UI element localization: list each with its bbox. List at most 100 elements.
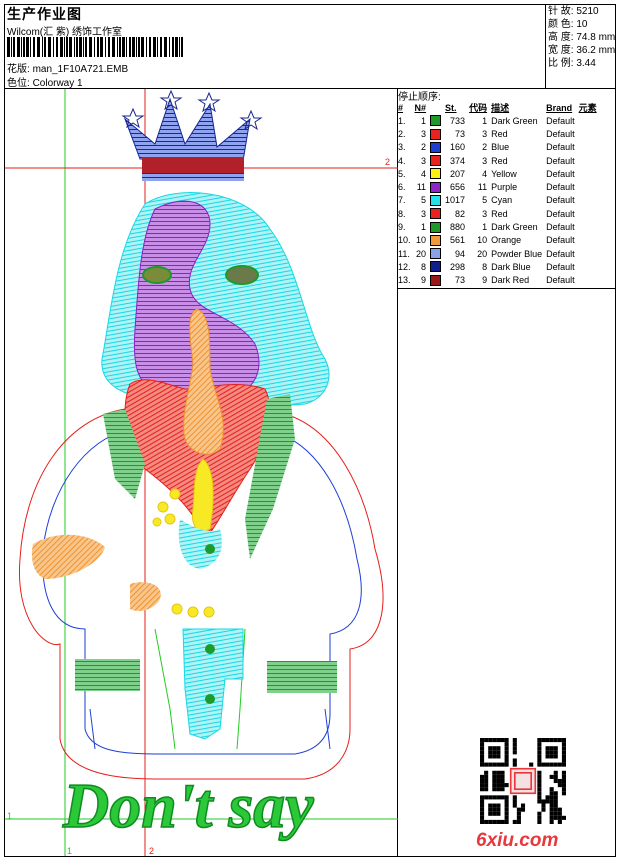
swatch-box xyxy=(430,221,442,233)
page-title: 生产作业图 xyxy=(7,6,82,22)
design-stats: 针 故: 5210 颜 色: 10 高 度: 74.8 mm 宽 度: 36.2… xyxy=(548,5,615,70)
thread-code: 10 xyxy=(477,235,488,246)
thread-code: 2 xyxy=(482,142,488,153)
thread-code: 20 xyxy=(477,248,488,259)
color-swatch xyxy=(428,260,443,273)
col-index: # xyxy=(398,102,404,113)
row-index: 9. xyxy=(398,222,406,233)
thread-element xyxy=(577,141,599,154)
stitch-count: 160 xyxy=(450,142,466,153)
left-pocket xyxy=(75,659,140,691)
thread-description: Yellow xyxy=(491,168,517,179)
right-pocket xyxy=(267,661,337,693)
thread-row: 9. 1 880 1 Dark Green Default xyxy=(396,220,599,233)
thread-table: # N# St. 代码 描述 Brand 元素 1. 1 733 1 Dark Gree… xyxy=(396,101,599,287)
needle-number: 1 xyxy=(421,222,427,233)
stitch-count: 561 xyxy=(450,235,466,246)
thread-brand: Default xyxy=(546,142,575,153)
thread-description: Dark Green xyxy=(491,115,538,126)
col-stitches: St. xyxy=(445,102,457,113)
stitch-count: 656 xyxy=(450,182,466,193)
stitch-count: 82 xyxy=(455,208,466,219)
needle-number: 9 xyxy=(421,275,427,286)
colorway-line: 色位: Colorway 1 xyxy=(7,74,83,89)
stitch-count: 207 xyxy=(450,168,466,179)
thread-row: 5. 4 207 4 Yellow Default xyxy=(396,167,599,180)
row-index: 5. xyxy=(398,168,406,179)
left-hand xyxy=(31,534,105,579)
stitch-count: 针 故: 5210 xyxy=(548,6,599,17)
thread-element xyxy=(577,234,599,247)
needle-number: 4 xyxy=(421,168,427,179)
pattern-line: 花版: man_1F10A721.EMB xyxy=(7,60,128,75)
guide-label: 2 xyxy=(385,157,390,167)
stitch-count: 1017 xyxy=(445,195,466,206)
color-swatch xyxy=(428,207,443,220)
col-swatch xyxy=(428,101,443,114)
thread-element xyxy=(577,274,599,287)
thread-table-header: # N# St. 代码 描述 Brand 元素 xyxy=(396,101,599,114)
thread-description: Cyan xyxy=(491,195,513,206)
thread-code: 3 xyxy=(482,155,488,166)
thread-row: 2. 3 73 3 Red Default xyxy=(396,127,599,140)
swatch-box xyxy=(430,128,442,140)
swatch-box xyxy=(430,261,442,273)
row-index: 4. xyxy=(398,155,406,166)
thread-code: 3 xyxy=(482,208,488,219)
thread-brand: Default xyxy=(546,275,575,286)
guide-label: 1 xyxy=(67,846,72,856)
thread-row: 11. 20 94 20 Powder Blue Default xyxy=(396,247,599,260)
swatch-box xyxy=(430,141,442,153)
design-width: 宽 度: 36.2 mm xyxy=(548,45,616,56)
thread-element xyxy=(577,154,599,167)
colorway-label: 色位: xyxy=(7,78,30,89)
color-swatch xyxy=(428,180,443,193)
thread-description: Blue xyxy=(491,142,510,153)
col-description: 描述 xyxy=(491,103,510,113)
thread-brand: Default xyxy=(546,261,575,272)
thread-element xyxy=(577,260,599,273)
thread-description: Purple xyxy=(491,182,518,193)
swatch-box xyxy=(430,194,442,206)
color-swatch xyxy=(428,194,443,207)
needle-number: 8 xyxy=(421,261,427,272)
col-brand: Brand xyxy=(546,102,573,113)
needle-number: 3 xyxy=(421,155,427,166)
thread-element xyxy=(577,167,599,180)
barcode xyxy=(7,37,183,57)
thread-code: 3 xyxy=(482,128,488,139)
thread-description: Red xyxy=(491,155,508,166)
design-ratio: 比 例: 3.44 xyxy=(548,58,596,69)
colorway-value: Colorway 1 xyxy=(32,78,83,89)
stitch-count: 880 xyxy=(450,222,466,233)
row-index: 12. xyxy=(398,261,411,272)
row-index: 3. xyxy=(398,142,406,153)
thread-brand: Default xyxy=(546,235,575,246)
stitch-count: 298 xyxy=(450,261,466,272)
color-swatch xyxy=(428,247,443,260)
thread-row: 13. 9 73 9 Dark Red Default xyxy=(396,274,599,287)
thread-code: 8 xyxy=(482,261,488,272)
needle-number: 3 xyxy=(421,128,427,139)
thread-element xyxy=(577,180,599,193)
thread-description: Powder Blue xyxy=(491,248,543,259)
guide-label: 1 xyxy=(7,811,12,821)
thread-description: Orange xyxy=(491,235,522,246)
thread-description: Red xyxy=(491,208,508,219)
color-swatch xyxy=(428,220,443,233)
stitch-count: 73 xyxy=(455,275,466,286)
swatch-box xyxy=(430,274,442,286)
col-needle: N# xyxy=(414,102,427,113)
row-index: 6. xyxy=(398,182,406,193)
swatch-box xyxy=(430,155,442,167)
color-swatch xyxy=(428,154,443,167)
thread-code: 1 xyxy=(482,115,488,126)
row-index: 8. xyxy=(398,208,406,219)
needle-number: 1 xyxy=(421,115,427,126)
swatch-box xyxy=(430,115,442,127)
stitch-count: 73 xyxy=(455,128,466,139)
thread-description: Red xyxy=(491,128,508,139)
needle-number: 3 xyxy=(421,208,427,219)
thread-row: 6. 11 656 11 Purple Default xyxy=(396,180,599,193)
thread-row: 3. 2 160 2 Blue Default xyxy=(396,141,599,154)
